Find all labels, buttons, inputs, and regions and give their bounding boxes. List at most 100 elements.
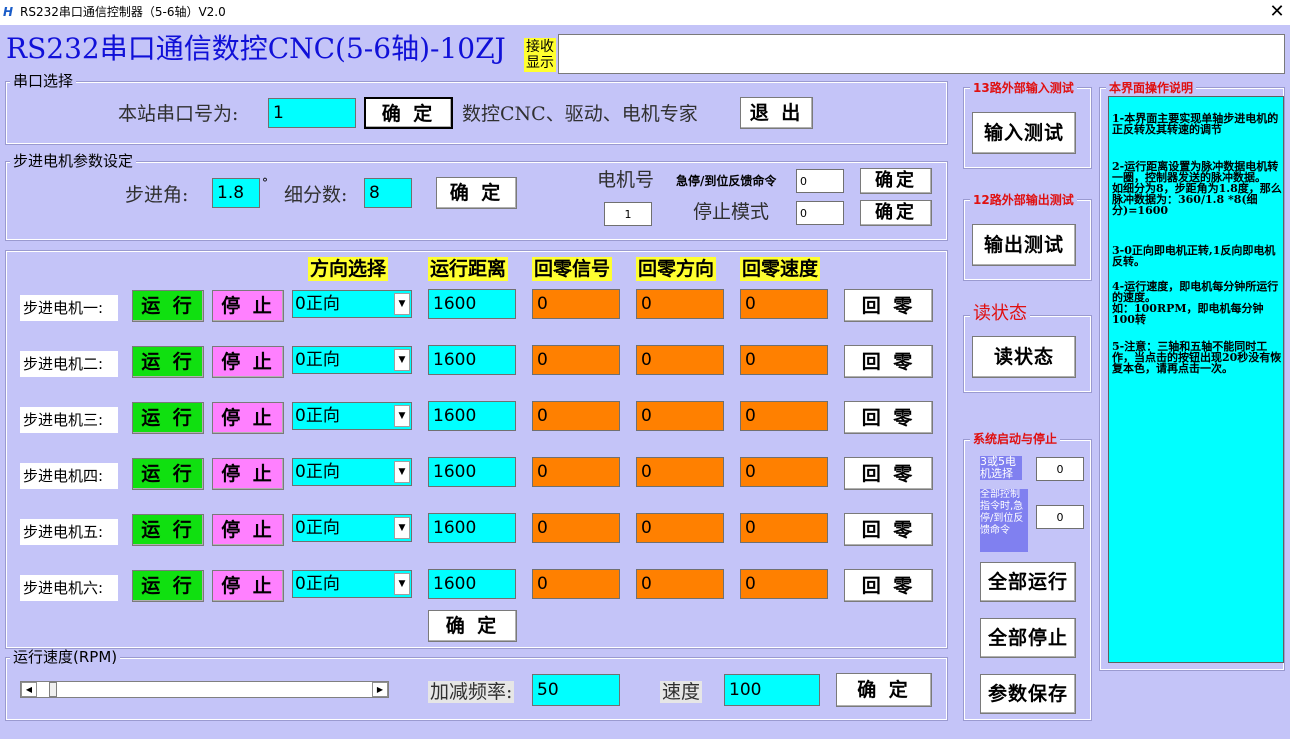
motor-home-signal-input[interactable] (532, 457, 620, 487)
motor-run-button[interactable]: 运 行 (132, 458, 204, 490)
motor-row-label: 步进电机一: (20, 295, 118, 321)
motor-direction-select[interactable]: 0正向 ▼ (292, 402, 412, 430)
chevron-down-icon[interactable]: ▼ (394, 461, 410, 483)
speed-input[interactable] (724, 674, 820, 706)
motor-home-signal-input[interactable] (532, 401, 620, 431)
motor-distance-input[interactable] (428, 401, 516, 431)
all-cmd-input[interactable] (1036, 505, 1084, 529)
motor-direction-select[interactable]: 0正向 ▼ (292, 458, 412, 486)
motors-confirm-button[interactable]: 确 定 (428, 610, 517, 642)
chevron-down-icon[interactable]: ▼ (394, 349, 410, 371)
estop-feedback-input[interactable] (796, 169, 844, 193)
header-home-signal: 回零信号 (532, 257, 613, 281)
motor-home-speed-input[interactable] (740, 569, 828, 599)
serial-port-input[interactable] (268, 98, 356, 128)
motor-run-button[interactable]: 运 行 (132, 402, 204, 434)
motor-home-direction-input[interactable] (636, 457, 724, 487)
chevron-down-icon[interactable]: ▼ (394, 517, 410, 539)
estop-feedback-label: 急停/到位反馈命令 (676, 174, 777, 188)
title-bar: H RS232串口通信控制器（5-6轴）V2.0 ✕ (0, 0, 1290, 25)
save-params-button[interactable]: 参数保存 (980, 674, 1076, 714)
step-angle-input[interactable] (212, 178, 260, 208)
motor-home-button[interactable]: 回 零 (844, 457, 933, 490)
run-all-button[interactable]: 全部运行 (980, 562, 1076, 602)
scroll-right-icon[interactable]: ▶ (372, 682, 388, 697)
motor-direction-value: 0正向 (295, 406, 340, 426)
chevron-down-icon[interactable]: ▼ (394, 405, 410, 427)
motor-home-direction-input[interactable] (636, 289, 724, 319)
motor-no-input[interactable] (604, 202, 652, 226)
output-test-group-label: 12路外部输出测试 (970, 193, 1077, 207)
chevron-down-icon[interactable]: ▼ (394, 573, 410, 595)
motor-distance-input[interactable] (428, 345, 516, 375)
window-title: RS232串口通信控制器（5-6轴）V2.0 (20, 5, 226, 19)
motor-direction-value: 0正向 (295, 518, 340, 538)
motor-home-button[interactable]: 回 零 (844, 289, 933, 322)
step-angle-label: 步进角: (125, 184, 189, 206)
motor-home-signal-input[interactable] (532, 345, 620, 375)
slogan-text: 数控CNC、驱动、电机专家 (462, 103, 698, 125)
motor-home-speed-input[interactable] (740, 345, 828, 375)
stop-mode-input[interactable] (796, 201, 844, 225)
motor-home-button[interactable]: 回 零 (844, 401, 933, 434)
motor-run-button[interactable]: 运 行 (132, 514, 204, 546)
motor-direction-select[interactable]: 0正向 ▼ (292, 346, 412, 374)
motor-run-button[interactable]: 运 行 (132, 290, 204, 322)
accel-input[interactable] (532, 674, 620, 706)
motor-distance-input[interactable] (428, 513, 516, 543)
motor-home-signal-input[interactable] (532, 569, 620, 599)
motor-stop-button[interactable]: 停 止 (212, 514, 284, 546)
subdivision-input[interactable] (364, 178, 412, 208)
chevron-down-icon[interactable]: ▼ (394, 293, 410, 315)
stop-mode-confirm-button[interactable]: 确定 (860, 200, 932, 226)
motor-home-speed-input[interactable] (740, 513, 828, 543)
motor-direction-value: 0正向 (295, 574, 340, 594)
read-status-group-label: 读状态 (970, 304, 1030, 324)
motor-stop-button[interactable]: 停 止 (212, 458, 284, 490)
speed-scrollbar[interactable]: ◀ ▶ (20, 681, 389, 698)
input-test-button[interactable]: 输入测试 (972, 112, 1076, 154)
motor-run-button[interactable]: 运 行 (132, 346, 204, 378)
motor-home-button[interactable]: 回 零 (844, 345, 933, 378)
estop-confirm-button[interactable]: 确定 (860, 168, 932, 194)
stepper-confirm-button[interactable]: 确 定 (436, 177, 517, 209)
stop-all-button[interactable]: 全部停止 (980, 618, 1076, 658)
close-icon[interactable]: ✕ (1266, 1, 1288, 23)
motor-home-button[interactable]: 回 零 (844, 513, 933, 546)
output-test-button[interactable]: 输出测试 (972, 224, 1076, 266)
exit-button[interactable]: 退 出 (740, 97, 813, 129)
motor-home-speed-input[interactable] (740, 401, 828, 431)
degree-symbol: ° (262, 176, 268, 190)
speed-label: 速度 (660, 681, 703, 703)
motor-home-direction-input[interactable] (636, 569, 724, 599)
receive-display[interactable] (558, 34, 1285, 74)
motor-stop-button[interactable]: 停 止 (212, 402, 284, 434)
motor-direction-select[interactable]: 0正向 ▼ (292, 290, 412, 318)
motor-direction-value: 0正向 (295, 294, 340, 314)
speed-confirm-button[interactable]: 确 定 (836, 673, 932, 707)
motor-stop-button[interactable]: 停 止 (212, 290, 284, 322)
motor-direction-select[interactable]: 0正向 ▼ (292, 514, 412, 542)
motor-select-input[interactable] (1036, 457, 1084, 481)
motor-home-direction-input[interactable] (636, 401, 724, 431)
scroll-left-icon[interactable]: ◀ (21, 682, 37, 697)
motor-distance-input[interactable] (428, 457, 516, 487)
motor-home-signal-input[interactable] (532, 513, 620, 543)
motor-direction-select[interactable]: 0正向 ▼ (292, 570, 412, 598)
motor-distance-input[interactable] (428, 289, 516, 319)
motor-home-direction-input[interactable] (636, 345, 724, 375)
serial-confirm-button[interactable]: 确 定 (364, 97, 453, 129)
motor-stop-button[interactable]: 停 止 (212, 346, 284, 378)
motor-distance-input[interactable] (428, 569, 516, 599)
motor-home-signal-input[interactable] (532, 289, 620, 319)
scroll-thumb[interactable] (49, 682, 57, 697)
motor-run-button[interactable]: 运 行 (132, 570, 204, 602)
read-status-button[interactable]: 读状态 (972, 336, 1076, 378)
motor-home-speed-input[interactable] (740, 457, 828, 487)
motor-home-speed-input[interactable] (740, 289, 828, 319)
motor-home-direction-input[interactable] (636, 513, 724, 543)
motor-home-button[interactable]: 回 零 (844, 569, 933, 602)
motor-stop-button[interactable]: 停 止 (212, 570, 284, 602)
system-group-label: 系统启动与停止 (970, 432, 1061, 446)
header-home-speed: 回零速度 (740, 257, 821, 281)
